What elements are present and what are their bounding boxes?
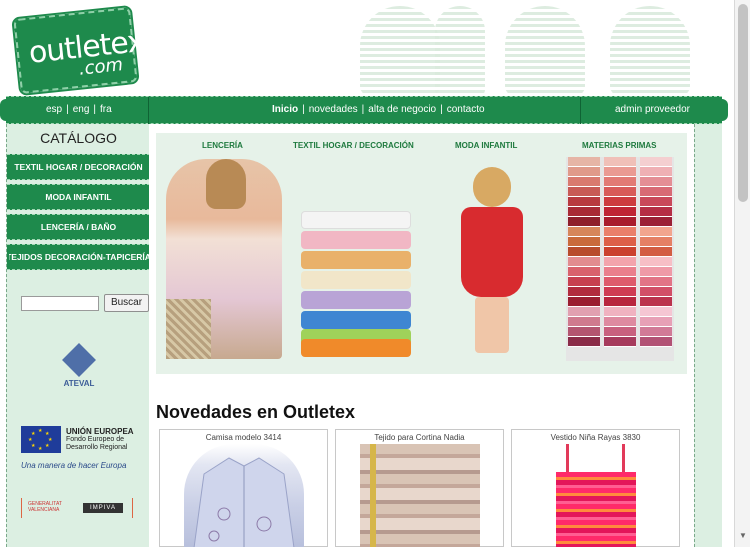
separator: | [440,104,443,115]
main-nav: Inicio | novedades | alta de negocio | contact… [272,104,485,115]
impiva-logo: IMPIVA [83,503,123,513]
shirt-photo[interactable] [184,444,304,547]
product-card[interactable]: Tejido para Cortina Nadia [335,429,504,547]
child-legs [475,297,509,353]
measuring-tape [370,444,376,547]
eu-slogan: Una manera de hacer Europa [21,461,127,470]
sidebar-item-textil-hogar[interactable]: TEXTIL HOGAR / DECORACIÓN [7,154,150,180]
product-card[interactable]: Camisa modelo 3414 [159,429,328,547]
banner-label-lenceria[interactable]: LENCERÍA [202,141,243,150]
nav-inicio[interactable]: Inicio [272,104,298,115]
separator: | [361,104,365,115]
towel [301,311,411,329]
eu-title: UNIÓN EUROPEA [66,427,134,436]
lang-esp[interactable]: esp [46,104,62,115]
generalitat-logo: GENERALITAT VALENCIANA [28,501,62,513]
nav-divider [148,97,149,124]
banner-label-textil-hogar[interactable]: TEXTIL HOGAR / DECORACIÓN [293,141,414,150]
navbar-left-tab [0,99,12,121]
model-silhouette-icon [360,6,440,96]
model-silhouette-icon [505,6,585,96]
eu-flag-icon: ★ ★ ★ ★ ★ ★ ★ ★ [21,426,61,453]
dress-strap [622,444,625,474]
header-fashion-figures [340,0,720,96]
swatch-column [604,157,636,361]
separator: | [302,104,305,115]
curtain-fabric-photo[interactable] [360,444,480,547]
lang-eng[interactable]: eng [73,104,90,115]
sidebar-item-tejidos-decoracion[interactable]: TEJIDOS DECORACIÓN-TAPICERÍA [7,244,150,270]
towel [301,211,411,229]
ateval-text: ATEVAL [63,379,95,388]
search-button[interactable]: Buscar [104,294,149,312]
product-title[interactable]: Tejido para Cortina Nadia [336,433,503,442]
striped-dress-photo[interactable] [536,444,656,547]
admin-proveedor-link[interactable]: admin proveedor [615,104,690,115]
product-title[interactable]: Camisa modelo 3414 [160,433,327,442]
towels-photo[interactable] [301,211,411,357]
catalog-title: CATÁLOGO [40,130,117,146]
right-decorative-strip [694,124,722,547]
category-banner: LENCERÍA TEXTIL HOGAR / DECORACIÓN MODA … [156,133,687,374]
product-card[interactable]: Vestido Niña Rayas 3830 [511,429,680,547]
separator: | [93,104,97,115]
navbar-right-tab [716,99,728,121]
ateval-logo[interactable]: ATEVAL [59,343,99,396]
model-silhouette-icon [435,6,485,96]
nav-divider [580,97,581,124]
page: outletex .com esp | eng | fra Inicio | novedad… [0,0,734,547]
sidebar-item-lenceria-bano[interactable]: LENCERÍA / BAÑO [7,214,150,240]
vertical-scrollbar[interactable]: ▼ [734,0,750,547]
towel [301,339,411,357]
nav-alta-negocio[interactable]: alta de negocio [368,104,436,115]
novedades-title: Novedades en Outletex [156,402,356,422]
ateval-diamond-icon [62,343,96,377]
left-sidebar: CATÁLOGO TEXTIL HOGAR / DECORACIÓN MODA … [6,124,150,547]
scroll-down-arrow-icon[interactable]: ▼ [738,529,748,543]
thread-swatch-card[interactable] [566,157,674,361]
sponsor-logos: GENERALITAT VALENCIANA IMPIVA [21,498,133,518]
product-title[interactable]: Vestido Niña Rayas 3830 [512,433,679,442]
header: outletex .com [0,0,734,97]
towel [301,231,411,249]
lenceria-photo[interactable] [166,159,282,359]
towel [301,251,411,269]
child-head [473,167,511,207]
swatch-column [568,157,600,361]
towel [301,291,411,309]
towel [301,271,411,289]
banner-label-moda-infantil[interactable]: MODA INFANTIL [455,141,517,150]
lang-fra[interactable]: fra [100,104,112,115]
logo-domain: .com [77,54,125,80]
wicker-chair [166,299,211,359]
scrollbar-thumb[interactable] [738,4,748,202]
dress-strap [566,444,569,474]
separator: | [66,104,69,115]
dress-body [556,472,636,547]
sidebar-item-moda-infantil[interactable]: MODA INFANTIL [7,184,150,210]
language-switcher: esp | eng | fra [46,104,112,115]
swatch-column [640,157,672,361]
shirt-pattern-icon [193,457,295,547]
red-dress [461,207,523,297]
child-dress-photo[interactable] [451,167,533,357]
outletex-logo[interactable]: outletex .com [11,4,146,97]
main-content: LENCERÍA TEXTIL HOGAR / DECORACIÓN MODA … [149,124,694,547]
nav-novedades[interactable]: novedades [309,104,358,115]
model-hair [206,159,246,209]
search-input[interactable] [21,296,99,311]
eu-subtitle: Fondo Europeo de Desarrollo Regional [66,436,128,451]
model-silhouette-icon [610,6,690,96]
banner-label-materias-primas[interactable]: MATERIAS PRIMAS [582,141,657,150]
top-navbar: esp | eng | fra Inicio | novedades | alta de neg… [0,96,728,124]
nav-contacto[interactable]: contacto [447,104,485,115]
